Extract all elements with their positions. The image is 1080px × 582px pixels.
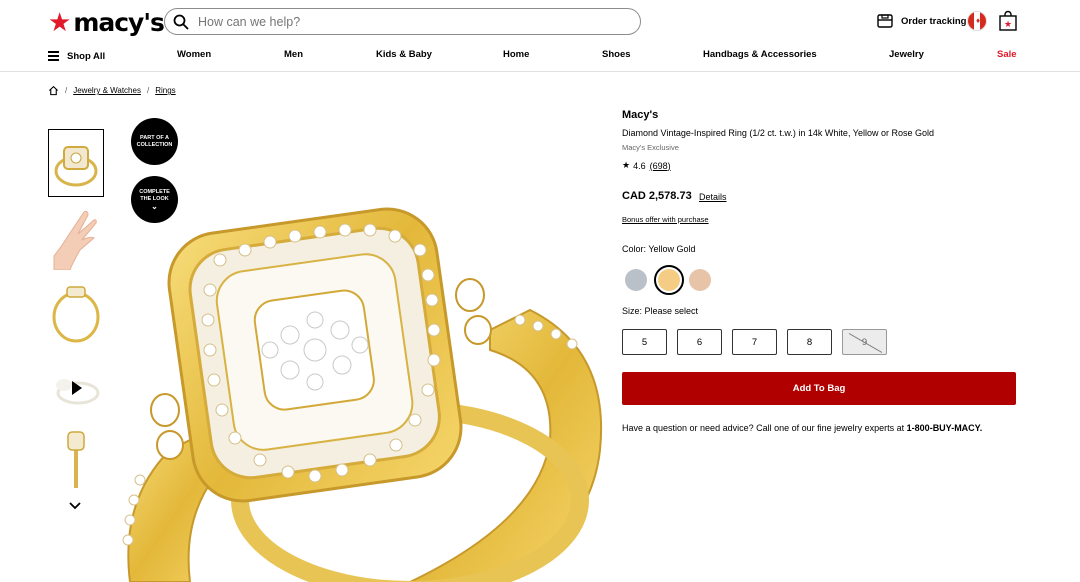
nav-shop-all[interactable]: Shop All [48, 49, 105, 63]
color-label: Color: Yellow Gold [622, 244, 696, 254]
price-details-link[interactable]: Details [699, 192, 727, 202]
home-icon[interactable] [48, 85, 59, 96]
nav-men[interactable]: Men [284, 49, 303, 60]
truck-icon [877, 14, 893, 28]
chevron-down-icon[interactable] [67, 498, 83, 514]
size-option-6[interactable]: 6 [677, 329, 722, 355]
product-rating[interactable]: ★ 4.6 (698) [622, 160, 671, 171]
thumbnail-5[interactable] [48, 424, 104, 492]
rating-value: 4.6 [633, 160, 646, 171]
help-phone[interactable]: 1-800-BUY-MACY. [907, 423, 983, 433]
nav-sale[interactable]: Sale [997, 49, 1017, 60]
swatch-rose-gold[interactable] [689, 269, 711, 291]
macys-logo[interactable]: ★ macy's [48, 7, 165, 37]
thumbnail-video[interactable] [48, 353, 104, 421]
part-of-collection-badge[interactable]: PART OF A COLLECTION [131, 118, 178, 165]
product-title: Diamond Vintage-Inspired Ring (1/2 ct. t… [622, 128, 934, 138]
star-icon: ★ [48, 7, 72, 37]
review-count[interactable]: (698) [650, 161, 671, 171]
main-nav: Shop All Women Men Kids & Baby Home Shoe… [0, 40, 1080, 72]
size-option-5[interactable]: 5 [622, 329, 667, 355]
thumbnail-1[interactable] [48, 129, 104, 197]
canada-flag-icon[interactable]: ♦ [967, 11, 987, 31]
breadcrumb-jewelry-watches[interactable]: Jewelry & Watches [73, 86, 141, 95]
nav-handbags-accessories[interactable]: Handbags & Accessories [703, 49, 817, 60]
bonus-offer-link[interactable]: Bonus offer with purchase [622, 215, 709, 224]
ring-front-thumbnail-image [67, 431, 85, 488]
svg-text:★: ★ [1004, 19, 1012, 29]
size-option-7[interactable]: 7 [732, 329, 777, 355]
hand-thumbnail-image [53, 210, 97, 270]
breadcrumb: / Jewelry & Watches / Rings [48, 85, 176, 96]
product-price: CAD 2,578.73 [622, 190, 692, 202]
search-bar[interactable] [164, 8, 641, 35]
ring-video-thumbnail-image [56, 379, 100, 405]
nav-shop-all-label: Shop All [67, 50, 106, 62]
nav-home[interactable]: Home [503, 49, 529, 60]
nav-women[interactable]: Women [177, 49, 211, 60]
help-text: Have a question or need advice? Call one… [622, 423, 983, 433]
swatch-white-gold[interactable] [625, 269, 647, 291]
size-option-9[interactable]: 9 [842, 329, 887, 355]
thumbnail-2[interactable] [48, 204, 104, 272]
nav-jewelry[interactable]: Jewelry [889, 49, 924, 60]
star-icon: ★ [622, 160, 631, 170]
swatch-yellow-gold[interactable] [654, 265, 684, 295]
size-option-8[interactable]: 8 [787, 329, 832, 355]
product-brand[interactable]: Macy's [622, 109, 658, 121]
product-main-image[interactable] [110, 200, 610, 582]
add-to-bag-button[interactable]: Add To Bag [622, 372, 1016, 405]
thumbnail-3[interactable] [48, 279, 104, 347]
menu-icon [48, 49, 59, 63]
ring-side-thumbnail-image [52, 286, 100, 343]
order-tracking-label: Order tracking [901, 15, 967, 27]
order-tracking-link[interactable]: Order tracking [876, 12, 966, 30]
nav-shoes[interactable]: Shoes [602, 49, 631, 60]
logo-text: macy's [73, 7, 165, 37]
search-icon [173, 14, 189, 29]
search-input[interactable] [198, 14, 598, 29]
size-label: Size: Please select [622, 306, 699, 316]
nav-kids-baby[interactable]: Kids & Baby [376, 49, 432, 60]
shopping-bag-icon[interactable]: ★ [998, 10, 1018, 32]
ring-thumbnail-image [54, 146, 98, 187]
breadcrumb-rings[interactable]: Rings [155, 86, 175, 95]
exclusive-label: Macy's Exclusive [622, 143, 679, 152]
